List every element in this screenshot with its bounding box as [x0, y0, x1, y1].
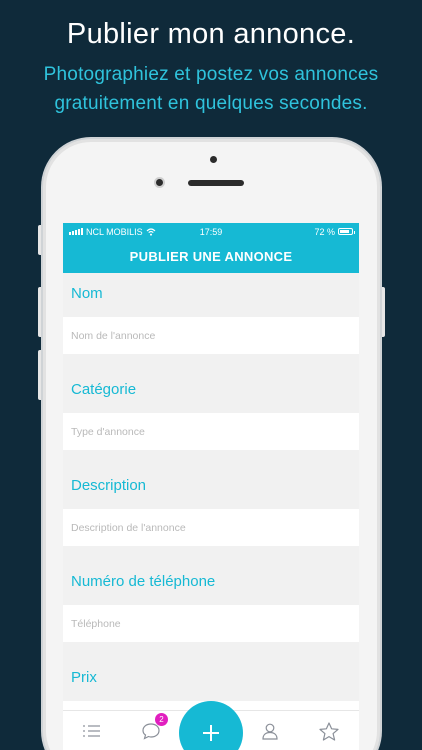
category-label: Catégorie [71, 381, 137, 398]
description-field-container [63, 509, 359, 546]
tab-messages[interactable]: 2 [131, 711, 171, 750]
status-bar-left: NCL MOBILIS [69, 227, 156, 237]
earpiece-speaker [188, 180, 244, 186]
front-camera [154, 177, 165, 188]
promo-subline: Photographiez et postez vos annonces gra… [0, 60, 422, 118]
tab-profile[interactable] [250, 711, 290, 750]
tab-favorites[interactable] [309, 711, 349, 750]
description-input[interactable] [71, 521, 351, 534]
phone-number-label: Numéro de téléphone [71, 573, 216, 590]
description-label: Description [71, 477, 147, 494]
category-field-container [63, 413, 359, 450]
price-label: Prix [71, 669, 97, 686]
promo-subline-line-2: gratuitement en quelques secondes. [54, 93, 368, 114]
wifi-icon [146, 227, 156, 236]
battery-icon [338, 228, 355, 235]
battery-percent: 72 % [314, 226, 335, 237]
category-input[interactable] [71, 425, 351, 438]
status-bar: NCL MOBILIS 17:59 72 % [63, 223, 359, 240]
list-icon [83, 725, 100, 737]
messages-badge: 2 [155, 713, 168, 726]
promo-subline-line-1: Photographiez et postez vos annonces [43, 64, 379, 85]
phone-number-field-container [63, 605, 359, 642]
name-input[interactable] [71, 329, 351, 342]
signal-icon [69, 228, 83, 235]
proximity-sensor [210, 156, 217, 163]
name-field-container [63, 317, 359, 354]
phone-power-button [380, 287, 385, 337]
phone-number-input[interactable] [71, 617, 351, 630]
carrier-name: NCL MOBILIS [86, 226, 143, 237]
nav-bar: PUBLIER UNE ANNONCE [63, 240, 359, 273]
status-bar-right: 72 % [314, 226, 355, 237]
tab-list[interactable] [72, 711, 112, 750]
star-icon [319, 721, 339, 741]
plus-icon [203, 725, 219, 741]
app-screen: NCL MOBILIS 17:59 72 % PUBLIER UNE ANNON… [63, 223, 359, 750]
page-title: PUBLIER UNE ANNONCE [129, 249, 293, 264]
user-icon [262, 723, 278, 740]
name-label: Nom [71, 285, 103, 302]
promo-headline: Publier mon annonce. [66, 18, 356, 50]
